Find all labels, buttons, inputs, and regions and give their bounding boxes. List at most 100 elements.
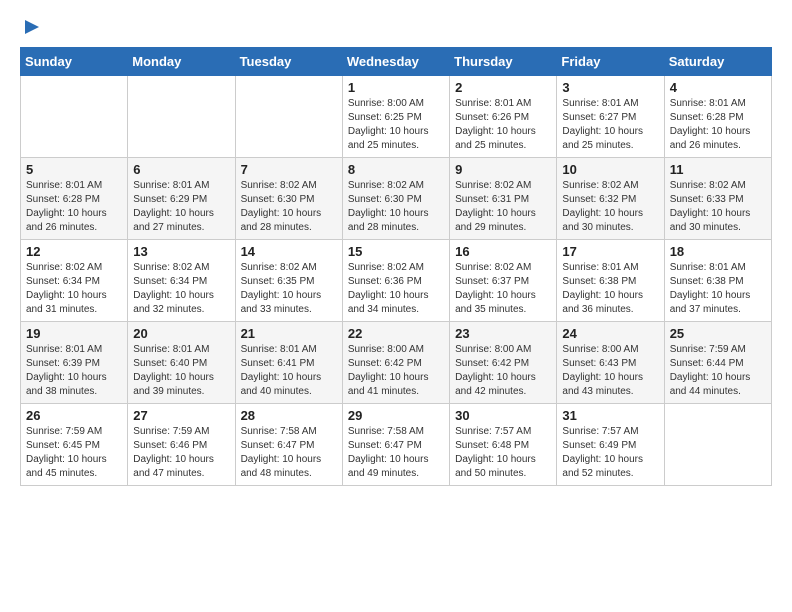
day-number: 17 bbox=[562, 244, 658, 259]
day-info: Sunrise: 8:01 AM Sunset: 6:29 PM Dayligh… bbox=[133, 179, 229, 235]
day-number: 27 bbox=[133, 408, 229, 423]
day-info: Sunrise: 8:01 AM Sunset: 6:40 PM Dayligh… bbox=[133, 343, 229, 399]
day-number: 26 bbox=[26, 408, 122, 423]
calendar-cell: 31Sunrise: 7:57 AM Sunset: 6:49 PM Dayli… bbox=[557, 404, 664, 486]
calendar-cell: 16 Sunrise: 8:02 AM Sunset: 6:37 PM Dayli… bbox=[450, 240, 557, 322]
calendar-day-header: Monday bbox=[128, 48, 235, 76]
day-number: 1 bbox=[348, 80, 444, 95]
day-info: Sunrise: 8:02 AM Sunset: 6:31 PM Dayligh… bbox=[455, 179, 551, 235]
calendar-cell: 17 Sunrise: 8:01 AM Sunset: 6:38 PM Dayli… bbox=[557, 240, 664, 322]
calendar-cell: 20 Sunrise: 8:01 AM Sunset: 6:40 PM Dayli… bbox=[128, 322, 235, 404]
calendar-day-header: Saturday bbox=[664, 48, 771, 76]
calendar-cell: 23 Sunrise: 8:00 AM Sunset: 6:42 PM Dayli… bbox=[450, 322, 557, 404]
day-number: 7 bbox=[241, 162, 337, 177]
day-number: 19 bbox=[26, 326, 122, 341]
logo-arrow-icon bbox=[23, 18, 41, 36]
calendar-cell: 13Sunrise: 8:02 AM Sunset: 6:34 PM Dayli… bbox=[128, 240, 235, 322]
day-number: 15 bbox=[348, 244, 444, 259]
calendar-week-row: 1 Sunrise: 8:00 AM Sunset: 6:25 PM Daylig… bbox=[21, 76, 772, 158]
day-info: Sunrise: 8:01 AM Sunset: 6:38 PM Dayligh… bbox=[670, 261, 766, 317]
calendar-cell: 9 Sunrise: 8:02 AM Sunset: 6:31 PM Daylig… bbox=[450, 158, 557, 240]
calendar-week-row: 26 Sunrise: 7:59 AM Sunset: 6:45 PM Dayli… bbox=[21, 404, 772, 486]
calendar-cell: 15 Sunrise: 8:02 AM Sunset: 6:36 PM Dayli… bbox=[342, 240, 449, 322]
calendar-cell: 28 Sunrise: 7:58 AM Sunset: 6:47 PM Dayli… bbox=[235, 404, 342, 486]
day-number: 28 bbox=[241, 408, 337, 423]
day-number: 18 bbox=[670, 244, 766, 259]
calendar-cell: 29 Sunrise: 7:58 AM Sunset: 6:47 PM Dayli… bbox=[342, 404, 449, 486]
day-info: Sunrise: 8:02 AM Sunset: 6:35 PM Dayligh… bbox=[241, 261, 337, 317]
calendar-cell: 18 Sunrise: 8:01 AM Sunset: 6:38 PM Dayli… bbox=[664, 240, 771, 322]
day-number: 24 bbox=[562, 326, 658, 341]
calendar-cell: 30 Sunrise: 7:57 AM Sunset: 6:48 PM Dayli… bbox=[450, 404, 557, 486]
day-info: Sunrise: 7:57 AM Sunset: 6:48 PM Dayligh… bbox=[455, 425, 551, 481]
calendar-cell bbox=[235, 76, 342, 158]
calendar-cell: 26 Sunrise: 7:59 AM Sunset: 6:45 PM Dayli… bbox=[21, 404, 128, 486]
calendar-cell: 7 Sunrise: 8:02 AM Sunset: 6:30 PM Daylig… bbox=[235, 158, 342, 240]
day-info: Sunrise: 7:59 AM Sunset: 6:45 PM Dayligh… bbox=[26, 425, 122, 481]
day-number: 14 bbox=[241, 244, 337, 259]
calendar-cell bbox=[21, 76, 128, 158]
day-info: Sunrise: 8:01 AM Sunset: 6:39 PM Dayligh… bbox=[26, 343, 122, 399]
day-info: Sunrise: 7:58 AM Sunset: 6:47 PM Dayligh… bbox=[241, 425, 337, 481]
day-info: Sunrise: 8:01 AM Sunset: 6:26 PM Dayligh… bbox=[455, 97, 551, 153]
calendar-day-header: Sunday bbox=[21, 48, 128, 76]
calendar-cell: 25 Sunrise: 7:59 AM Sunset: 6:44 PM Dayli… bbox=[664, 322, 771, 404]
day-number: 4 bbox=[670, 80, 766, 95]
calendar-cell: 2Sunrise: 8:01 AM Sunset: 6:26 PM Daylig… bbox=[450, 76, 557, 158]
calendar-cell: 3 Sunrise: 8:01 AM Sunset: 6:27 PM Daylig… bbox=[557, 76, 664, 158]
calendar-cell: 24Sunrise: 8:00 AM Sunset: 6:43 PM Dayli… bbox=[557, 322, 664, 404]
day-number: 9 bbox=[455, 162, 551, 177]
day-number: 29 bbox=[348, 408, 444, 423]
calendar-day-header: Friday bbox=[557, 48, 664, 76]
day-info: Sunrise: 8:02 AM Sunset: 6:37 PM Dayligh… bbox=[455, 261, 551, 317]
day-number: 30 bbox=[455, 408, 551, 423]
day-number: 25 bbox=[670, 326, 766, 341]
day-info: Sunrise: 8:00 AM Sunset: 6:42 PM Dayligh… bbox=[455, 343, 551, 399]
calendar-day-header: Thursday bbox=[450, 48, 557, 76]
calendar-cell: 1 Sunrise: 8:00 AM Sunset: 6:25 PM Daylig… bbox=[342, 76, 449, 158]
day-number: 3 bbox=[562, 80, 658, 95]
day-number: 12 bbox=[26, 244, 122, 259]
logo bbox=[20, 20, 41, 37]
day-info: Sunrise: 8:01 AM Sunset: 6:41 PM Dayligh… bbox=[241, 343, 337, 399]
day-info: Sunrise: 7:58 AM Sunset: 6:47 PM Dayligh… bbox=[348, 425, 444, 481]
calendar-cell: 12 Sunrise: 8:02 AM Sunset: 6:34 PM Dayli… bbox=[21, 240, 128, 322]
day-info: Sunrise: 8:01 AM Sunset: 6:28 PM Dayligh… bbox=[670, 97, 766, 153]
day-info: Sunrise: 8:02 AM Sunset: 6:30 PM Dayligh… bbox=[241, 179, 337, 235]
calendar-week-row: 5Sunrise: 8:01 AM Sunset: 6:28 PM Daylig… bbox=[21, 158, 772, 240]
calendar-cell: 8 Sunrise: 8:02 AM Sunset: 6:30 PM Daylig… bbox=[342, 158, 449, 240]
day-number: 11 bbox=[670, 162, 766, 177]
day-info: Sunrise: 8:02 AM Sunset: 6:34 PM Dayligh… bbox=[133, 261, 229, 317]
day-info: Sunrise: 8:02 AM Sunset: 6:34 PM Dayligh… bbox=[26, 261, 122, 317]
calendar-cell: 14 Sunrise: 8:02 AM Sunset: 6:35 PM Dayli… bbox=[235, 240, 342, 322]
calendar-cell: 19 Sunrise: 8:01 AM Sunset: 6:39 PM Dayli… bbox=[21, 322, 128, 404]
page-header bbox=[20, 20, 772, 37]
calendar-cell: 11Sunrise: 8:02 AM Sunset: 6:33 PM Dayli… bbox=[664, 158, 771, 240]
calendar-cell: 6Sunrise: 8:01 AM Sunset: 6:29 PM Daylig… bbox=[128, 158, 235, 240]
calendar-cell bbox=[664, 404, 771, 486]
calendar-cell: 27Sunrise: 7:59 AM Sunset: 6:46 PM Dayli… bbox=[128, 404, 235, 486]
calendar-day-header: Wednesday bbox=[342, 48, 449, 76]
calendar-cell: 5Sunrise: 8:01 AM Sunset: 6:28 PM Daylig… bbox=[21, 158, 128, 240]
calendar-day-header: Tuesday bbox=[235, 48, 342, 76]
day-info: Sunrise: 8:00 AM Sunset: 6:25 PM Dayligh… bbox=[348, 97, 444, 153]
day-info: Sunrise: 8:01 AM Sunset: 6:27 PM Dayligh… bbox=[562, 97, 658, 153]
day-number: 8 bbox=[348, 162, 444, 177]
day-number: 16 bbox=[455, 244, 551, 259]
calendar-cell: 22Sunrise: 8:00 AM Sunset: 6:42 PM Dayli… bbox=[342, 322, 449, 404]
day-number: 20 bbox=[133, 326, 229, 341]
day-number: 10 bbox=[562, 162, 658, 177]
calendar-table: SundayMondayTuesdayWednesdayThursdayFrid… bbox=[20, 47, 772, 486]
calendar-week-row: 19 Sunrise: 8:01 AM Sunset: 6:39 PM Dayli… bbox=[21, 322, 772, 404]
day-info: Sunrise: 8:02 AM Sunset: 6:36 PM Dayligh… bbox=[348, 261, 444, 317]
calendar-cell: 4 Sunrise: 8:01 AM Sunset: 6:28 PM Daylig… bbox=[664, 76, 771, 158]
calendar-cell bbox=[128, 76, 235, 158]
day-info: Sunrise: 8:01 AM Sunset: 6:38 PM Dayligh… bbox=[562, 261, 658, 317]
day-info: Sunrise: 8:02 AM Sunset: 6:30 PM Dayligh… bbox=[348, 179, 444, 235]
day-info: Sunrise: 7:59 AM Sunset: 6:44 PM Dayligh… bbox=[670, 343, 766, 399]
day-info: Sunrise: 7:57 AM Sunset: 6:49 PM Dayligh… bbox=[562, 425, 658, 481]
day-number: 23 bbox=[455, 326, 551, 341]
calendar-header-row: SundayMondayTuesdayWednesdayThursdayFrid… bbox=[21, 48, 772, 76]
day-number: 5 bbox=[26, 162, 122, 177]
day-number: 22 bbox=[348, 326, 444, 341]
